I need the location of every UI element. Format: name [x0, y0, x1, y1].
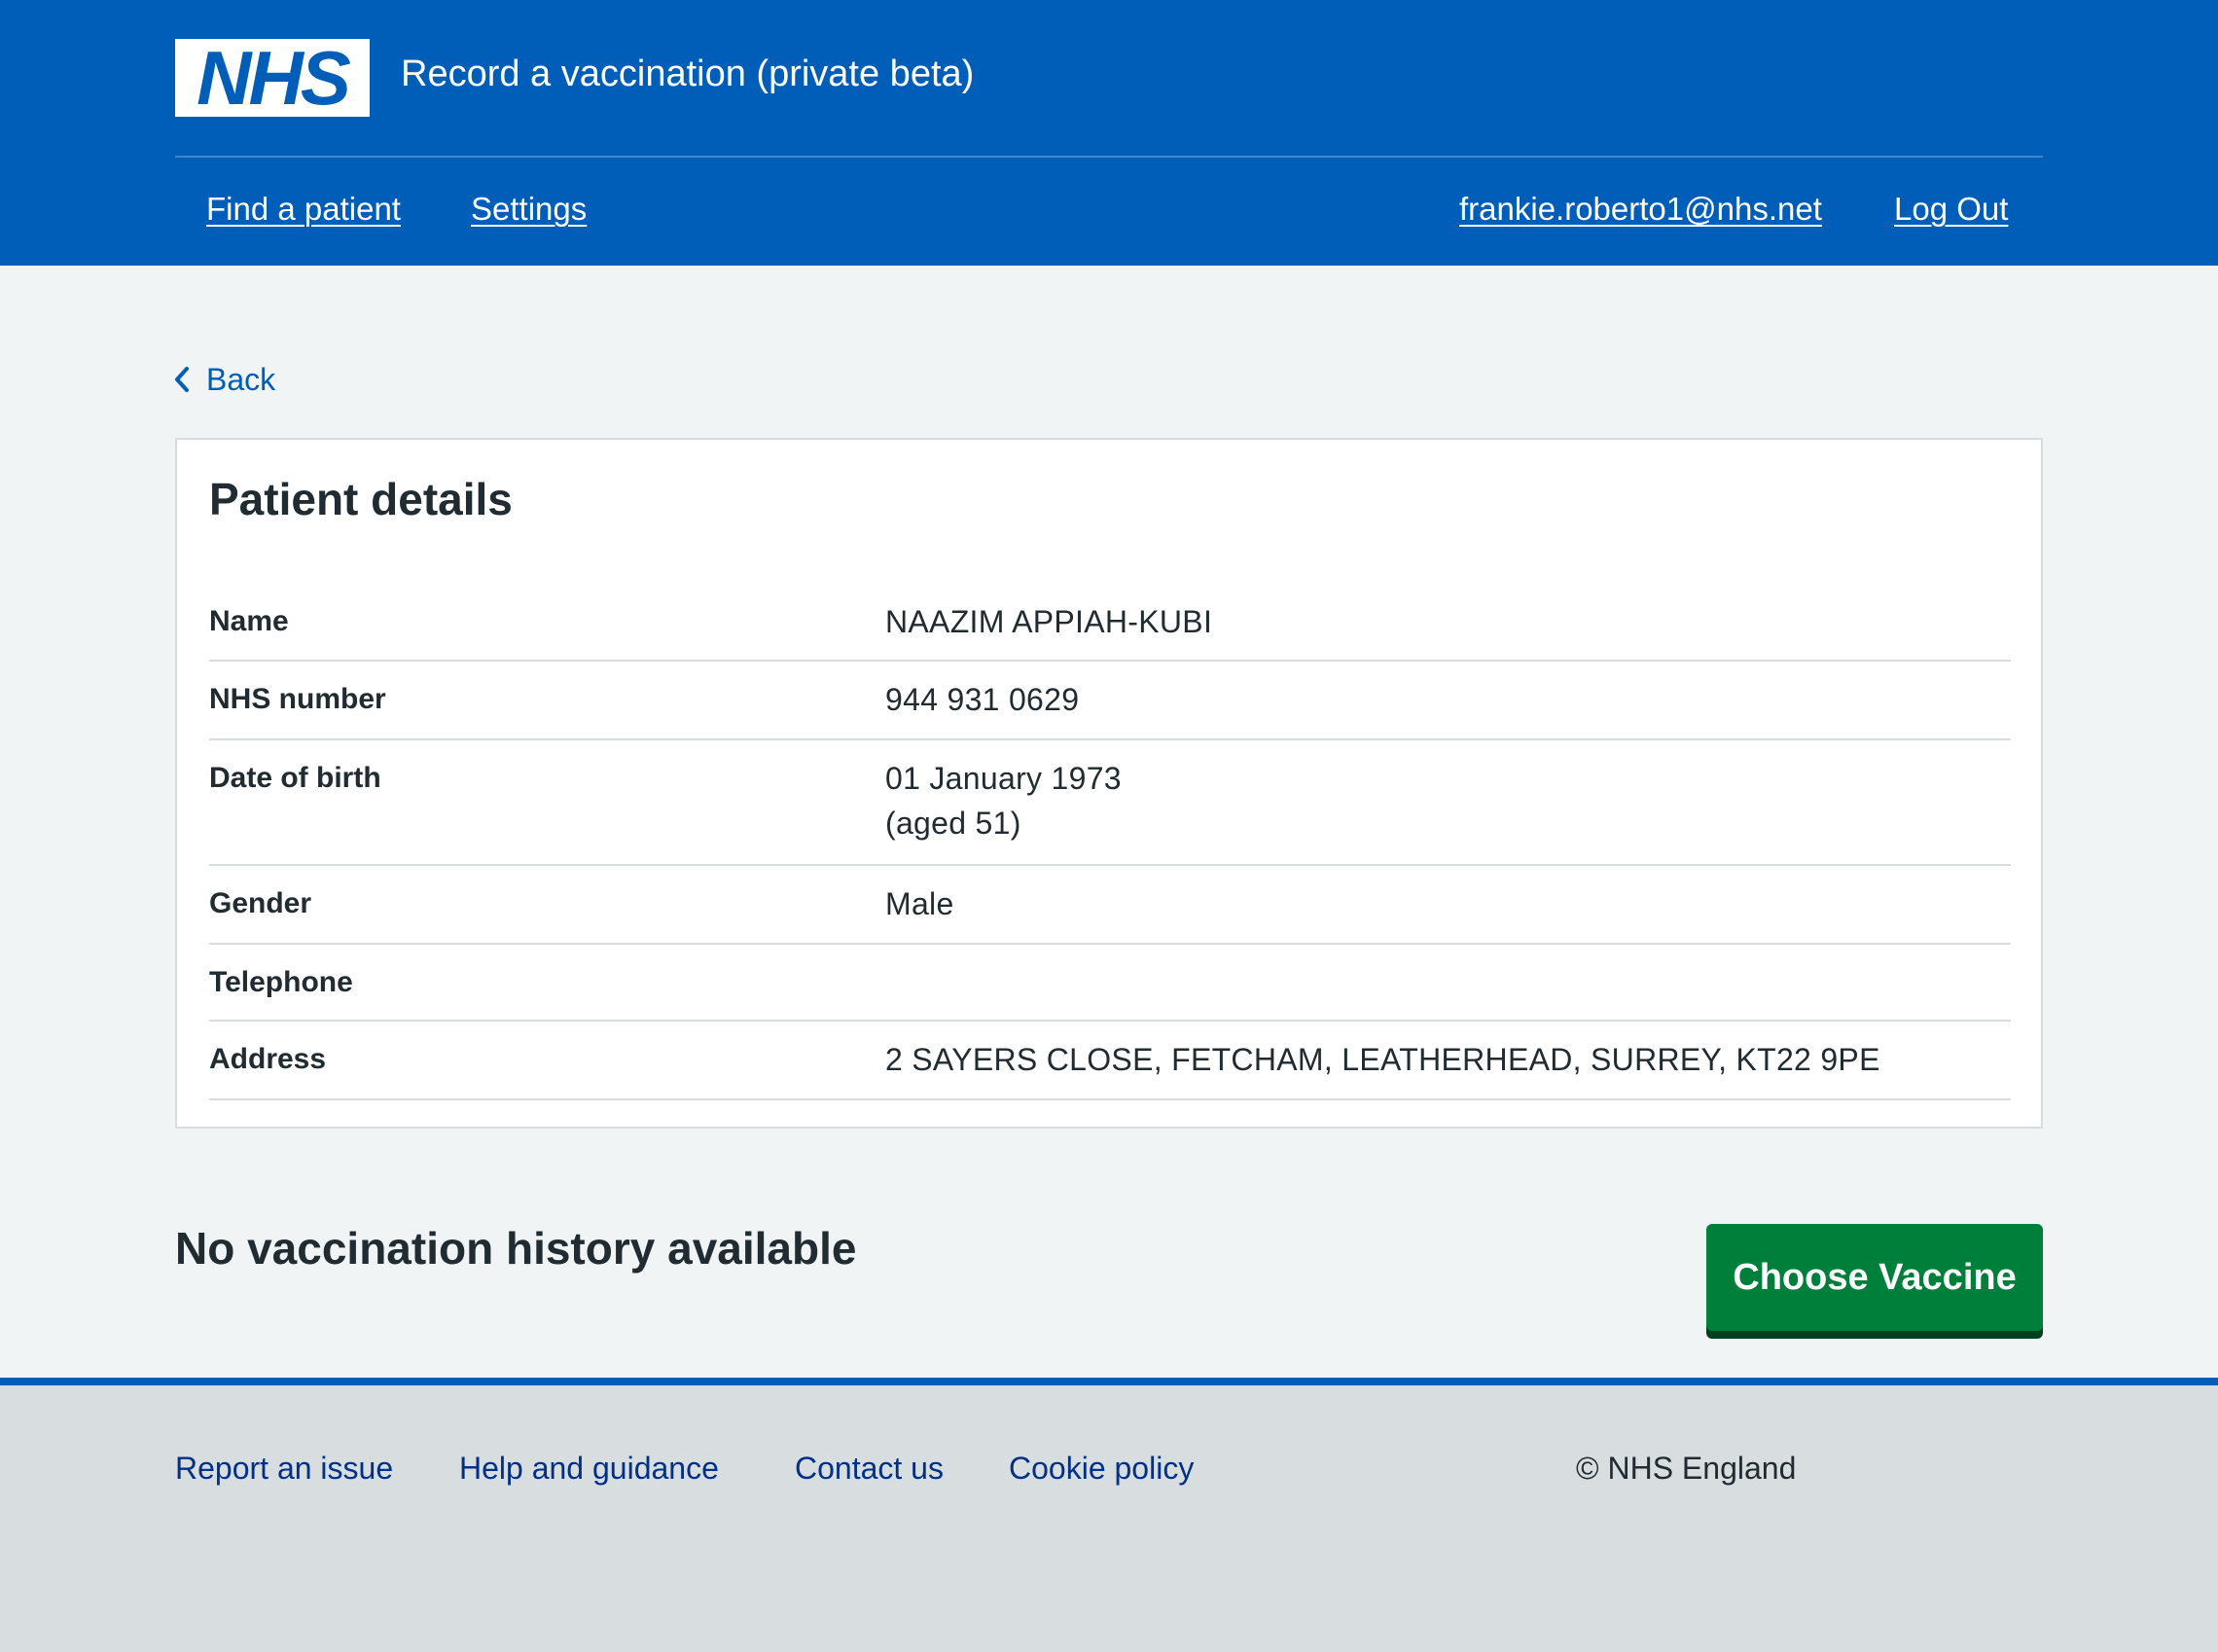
summary-row-telephone: Telephone — [209, 945, 2011, 1022]
summary-key: Gender — [209, 887, 312, 919]
footer-link-contact-us[interactable]: Contact us — [795, 1446, 944, 1490]
footer-link-help-guidance[interactable]: Help and guidance — [459, 1446, 719, 1490]
footer-top-border — [0, 1378, 2218, 1385]
summary-value: 2 SAYERS CLOSE, FETCHAM, LEATHERHEAD, SU… — [885, 1042, 1880, 1077]
chevron-left-icon — [173, 361, 197, 404]
choose-vaccine-button[interactable]: Choose Vaccine — [1706, 1224, 2043, 1331]
nhs-logo-text: NHS — [197, 35, 351, 121]
summary-row-nhs-number: NHS number 944 931 0629 — [209, 662, 2011, 740]
nhs-logo[interactable]: NHS — [175, 39, 370, 117]
summary-value: NAAZIM APPIAH-KUBI — [885, 604, 1213, 639]
summary-value: 01 January 1973 (aged 51) — [885, 756, 2004, 845]
nav-user-email-link[interactable]: frankie.roberto1@nhs.net — [1459, 187, 1822, 232]
vaccination-history-heading: No vaccination history available — [175, 1223, 857, 1274]
back-link[interactable]: Back — [173, 358, 275, 404]
nav-log-out-link[interactable]: Log Out — [1894, 187, 2008, 232]
summary-key: Address — [209, 1043, 327, 1075]
summary-value: Male — [885, 886, 954, 921]
summary-row-address: Address 2 SAYERS CLOSE, FETCHAM, LEATHER… — [209, 1022, 2011, 1100]
date-of-birth-value: 01 January 1973 — [885, 761, 1122, 796]
site-header: NHS Record a vaccination (private beta) … — [0, 0, 2218, 266]
header-divider — [175, 156, 2043, 158]
summary-key: Name — [209, 605, 289, 637]
back-link-label: Back — [206, 362, 276, 397]
footer-link-report-issue[interactable]: Report an issue — [175, 1446, 393, 1490]
summary-key: NHS number — [209, 683, 386, 715]
summary-row-gender: Gender Male — [209, 866, 2011, 945]
patient-details-card: Patient details Name NAAZIM APPIAH-KUBI … — [175, 438, 2043, 1129]
nav-find-patient-link[interactable]: Find a patient — [206, 187, 401, 232]
summary-key: Date of birth — [209, 762, 381, 794]
age-value: (aged 51) — [885, 806, 1021, 841]
footer-link-cookie-policy[interactable]: Cookie policy — [1009, 1446, 1194, 1490]
patient-details-title: Patient details — [209, 474, 513, 524]
site-footer: Report an issue Help and guidance Contac… — [0, 1385, 2218, 1652]
summary-value: 944 931 0629 — [885, 682, 1080, 717]
service-name[interactable]: Record a vaccination (private beta) — [401, 49, 974, 99]
summary-row-name: Name NAAZIM APPIAH-KUBI — [209, 584, 2011, 662]
nav-settings-link[interactable]: Settings — [471, 187, 587, 232]
summary-row-date-of-birth: Date of birth 01 January 1973 (aged 51) — [209, 740, 2011, 866]
summary-key: Telephone — [209, 966, 353, 998]
copyright-text: © NHS England — [1576, 1451, 1797, 1486]
